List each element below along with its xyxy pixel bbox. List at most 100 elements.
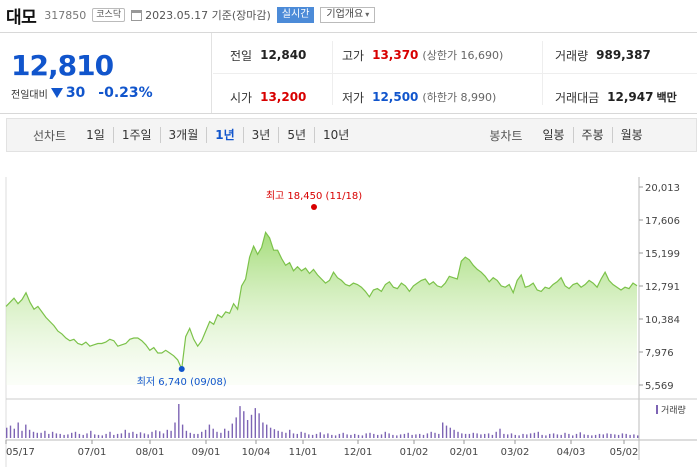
volume-bar bbox=[189, 432, 191, 438]
tab-period-5[interactable]: 5년 bbox=[279, 127, 316, 143]
volume-bar bbox=[304, 432, 306, 438]
price-chart: 20,013 17,606 15,199 12,791 10,384 7,976 5,569… bbox=[0, 170, 697, 467]
prev-close-cell: 전일 12,840 bbox=[230, 45, 306, 65]
volume-bar bbox=[572, 435, 574, 438]
volume-bar bbox=[51, 431, 54, 438]
volume-bar bbox=[17, 422, 19, 438]
candle-tabs: 일봉 주봉 월봉 bbox=[534, 127, 650, 143]
volume-bar bbox=[292, 433, 295, 438]
volume-bar bbox=[594, 434, 597, 438]
volume-bar bbox=[518, 435, 520, 438]
live-button[interactable]: 실시간 bbox=[276, 7, 315, 23]
tab-period-0[interactable]: 1일 bbox=[78, 127, 114, 143]
y-tick-label: 12,791 bbox=[645, 282, 680, 293]
volume-legend-swatch bbox=[656, 405, 658, 414]
volume-bar bbox=[334, 435, 337, 438]
y-tick-label: 17,606 bbox=[645, 216, 680, 227]
volume-bar bbox=[55, 433, 58, 438]
amount-cell: 거래대금 12,947 백만 bbox=[555, 87, 677, 107]
volume-bar bbox=[606, 433, 608, 438]
volume-bar bbox=[426, 433, 429, 438]
volume-bar bbox=[549, 433, 551, 438]
volume-bar bbox=[445, 425, 448, 438]
tab-period-1[interactable]: 1주일 bbox=[114, 127, 161, 143]
volume-bar bbox=[204, 429, 207, 438]
amount-value: 12,947 bbox=[607, 90, 654, 104]
volume-bar bbox=[350, 434, 352, 438]
volume-bar bbox=[201, 431, 203, 438]
volume-bar bbox=[13, 428, 15, 438]
row-divider bbox=[213, 73, 697, 74]
high-value: 13,370 bbox=[372, 48, 419, 62]
x-tick-label: 02/01 bbox=[450, 447, 479, 458]
amount-label: 거래대금 bbox=[555, 90, 600, 105]
down-triangle-icon bbox=[50, 88, 63, 98]
tab-candle-0[interactable]: 일봉 bbox=[534, 127, 574, 143]
volume-bar bbox=[296, 433, 298, 438]
tab-period-4[interactable]: 3년 bbox=[244, 127, 280, 143]
x-tick-label: 09/01 bbox=[192, 447, 221, 458]
volume-bar bbox=[281, 431, 283, 438]
volume-bar bbox=[564, 432, 566, 438]
volume-bar bbox=[415, 434, 417, 438]
volume-bar bbox=[537, 431, 539, 438]
volume-bar bbox=[480, 434, 482, 438]
high-cell: 고가 13,370 (상한가 16,690) bbox=[342, 45, 503, 65]
low-label: 저가 bbox=[342, 90, 365, 105]
stock-header: 대모 317850 코스닥 2023.05.17 기준(장마감) 실시간 기업개… bbox=[6, 4, 376, 28]
volume-bar bbox=[162, 433, 165, 438]
volume-bar bbox=[109, 431, 111, 438]
volume-bar bbox=[193, 433, 195, 438]
volume-bar bbox=[357, 434, 360, 438]
chart-toolbar: 선차트 1일 1주일 3개월 1년 3년 5년 10년 봉차트 일봉 주봉 월봉 bbox=[6, 118, 697, 152]
y-tick-label: 7,976 bbox=[645, 348, 674, 359]
volume-bar bbox=[507, 434, 509, 438]
volume-bar bbox=[568, 433, 570, 438]
company-info-label: 기업개요 bbox=[326, 9, 364, 20]
volume-bar bbox=[90, 430, 92, 438]
volume-bar bbox=[491, 434, 494, 438]
volume-bar bbox=[94, 434, 96, 438]
volume-bar bbox=[132, 431, 134, 438]
volume-bar bbox=[250, 414, 253, 438]
tab-candle-1[interactable]: 주봉 bbox=[574, 127, 613, 143]
volume-bar bbox=[453, 429, 455, 438]
volume-bar bbox=[464, 433, 467, 438]
volume-bar bbox=[327, 433, 329, 438]
line-chart-label: 선차트 bbox=[33, 128, 67, 143]
low-value: 12,500 bbox=[372, 90, 419, 104]
volume-bar bbox=[6, 427, 8, 438]
tab-candle-2[interactable]: 월봉 bbox=[613, 127, 651, 143]
volume-bar bbox=[602, 434, 604, 438]
volume-bar bbox=[342, 432, 344, 438]
chart-svg: 20,013 17,606 15,199 12,791 10,384 7,976 5,569… bbox=[5, 177, 697, 467]
volume-bar bbox=[44, 430, 46, 438]
volume-bar bbox=[227, 430, 230, 438]
open-label: 시가 bbox=[230, 90, 253, 105]
tab-period-3[interactable]: 1년 bbox=[207, 127, 244, 143]
volume-bar bbox=[9, 425, 12, 438]
volume-bar bbox=[315, 433, 318, 438]
volume-bar bbox=[373, 433, 375, 438]
volume-bar bbox=[220, 432, 222, 438]
volume-bar bbox=[419, 433, 421, 438]
volume-bar bbox=[484, 433, 486, 438]
volume-bar bbox=[197, 433, 199, 438]
tab-period-6[interactable]: 10년 bbox=[315, 127, 357, 143]
volume-bar bbox=[273, 429, 276, 438]
volume-bar bbox=[545, 435, 547, 438]
volume-bar bbox=[124, 429, 126, 438]
volume-bar bbox=[633, 434, 635, 438]
volume-bar bbox=[583, 434, 585, 438]
volume-bar bbox=[407, 432, 409, 438]
tab-period-2[interactable]: 3개월 bbox=[161, 127, 208, 143]
company-info-button[interactable]: 기업개요 ▾ bbox=[320, 7, 376, 23]
volume-bar bbox=[101, 435, 103, 438]
y-tick-label: 5,569 bbox=[645, 381, 674, 392]
volume-bar bbox=[258, 413, 260, 438]
volume-bar bbox=[59, 433, 61, 438]
volume-bar bbox=[181, 424, 184, 438]
volume-bar bbox=[113, 434, 115, 438]
volume-bar bbox=[311, 434, 314, 438]
volume-bar bbox=[380, 434, 383, 438]
